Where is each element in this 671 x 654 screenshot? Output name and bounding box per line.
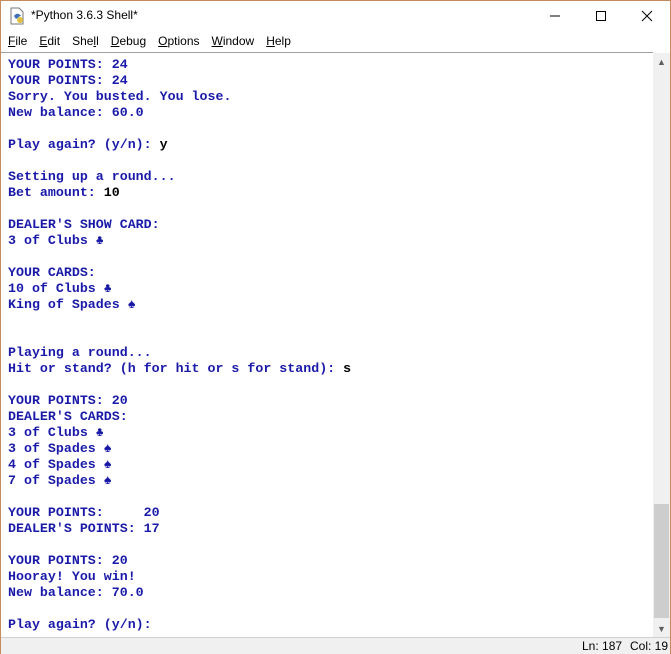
menu-label-part: l [96,34,99,48]
shell-output: King of Spades ♠ [8,297,136,312]
user-input: s [343,361,352,376]
vertical-scrollbar[interactable]: ▲ ▼ [653,53,670,637]
python-idle-icon [10,7,24,25]
user-input: 10 [103,185,120,200]
status-bar: Ln: 187 Col: 19 [1,637,670,654]
shell-output: 3 of Clubs ♣ [8,425,104,440]
shell-output: Play again? (y/n): [8,137,160,152]
minimize-button[interactable] [532,1,578,31]
shell-line: DEALER'S SHOW CARD: [1,217,651,233]
shell-output: Hit or stand? (h for hit or s for stand)… [8,361,344,376]
minimize-icon [550,15,560,17]
shell-output: YOUR POINTS: 20 [8,505,160,520]
line-number: Ln: 187 [582,639,623,653]
shell-line: New balance: 70.0 [1,585,651,601]
shell-line: YOUR CARDS: [1,265,651,281]
menu-shell[interactable]: Shell [65,32,104,52]
maximize-icon [596,11,606,21]
shell-output: DEALER'S CARDS: [8,409,128,424]
shell-output: 10 of Clubs ♣ [8,281,112,296]
shell-line: Hooray! You win! [1,569,651,585]
shell-line: 3 of Spades ♠ [1,441,651,457]
shell-output: 7 of Spades ♠ [8,473,112,488]
shell-line: YOUR POINTS: 20 [1,393,651,409]
menu-file[interactable]: File [1,32,32,52]
scroll-up-icon[interactable]: ▲ [653,53,670,70]
shell-line: New balance: 60.0 [1,105,651,121]
shell-line: Sorry. You busted. You lose. [1,89,651,105]
title-bar: *Python 3.6.3 Shell* [1,1,670,31]
shell-output: DEALER'S SHOW CARD: [8,217,160,232]
divider [1,52,653,53]
menu-help[interactable]: Help [259,32,296,52]
shell-output: 3 of Clubs ♣ [8,233,104,248]
menu-bar: File Edit Shell Debug Options Window Help [1,32,670,52]
shell-line: King of Spades ♠ [1,297,651,313]
shell-output: Play again? (y/n): [8,617,160,632]
menu-debug[interactable]: Debug [104,32,151,52]
shell-line: YOUR POINTS: 20 [1,553,651,569]
shell-line: Setting up a round... [1,169,651,185]
shell-line: YOUR POINTS: 20 [1,505,651,521]
menu-edit[interactable]: Edit [32,32,65,52]
shell-output: Hooray! You win! [8,569,136,584]
scrollbar-thumb[interactable] [654,504,669,618]
maximize-button[interactable] [578,1,624,31]
window-title: *Python 3.6.3 Shell* [31,8,138,22]
shell-line: YOUR POINTS: 24 [1,73,651,89]
user-input: y [159,137,168,152]
shell-line: 3 of Clubs ♣ [1,233,651,249]
shell-output: YOUR CARDS: [8,265,96,280]
shell-line: DEALER'S CARDS: [1,409,651,425]
shell-output: YOUR POINTS: 24 [8,57,128,72]
shell-line: Hit or stand? (h for hit or s for stand)… [1,361,651,377]
shell-output: Bet amount: [8,185,104,200]
shell-text-area[interactable]: YOUR POINTS: 24 YOUR POINTS: 24 Sorry. You… [1,57,651,637]
shell-line: Play again? (y/n): [1,617,651,633]
shell-output: Sorry. You busted. You lose. [8,89,232,104]
shell-output: 4 of Spades ♠ [8,457,112,472]
shell-line: Playing a round... [1,345,651,361]
shell-output: YOUR POINTS: 20 [8,553,128,568]
menu-options[interactable]: Options [151,32,204,52]
shell-output: New balance: 70.0 [8,585,144,600]
shell-output: Playing a round... [8,345,152,360]
shell-line: 7 of Spades ♠ [1,473,651,489]
shell-line: 10 of Clubs ♣ [1,281,651,297]
menu-window[interactable]: Window [205,32,260,52]
shell-output: New balance: 60.0 [8,105,144,120]
shell-output: 3 of Spades ♠ [8,441,112,456]
menu-label-part: She [72,34,94,48]
shell-line: 4 of Spades ♠ [1,457,651,473]
shell-line: Play again? (y/n): y [1,137,651,153]
idle-shell-window: *Python 3.6.3 Shell* File Edit Shell Debug O… [0,0,671,654]
shell-output: YOUR POINTS: 20 [8,393,128,408]
shell-line: DEALER'S POINTS: 17 [1,521,651,537]
close-button[interactable] [624,1,670,31]
shell-output: Setting up a round... [8,169,176,184]
shell-output: DEALER'S POINTS: 17 [8,521,160,536]
shell-line: YOUR POINTS: 24 [1,57,651,73]
column-number: Col: 19 [630,639,669,653]
shell-line: 3 of Clubs ♣ [1,425,651,441]
scroll-down-icon[interactable]: ▼ [653,620,670,637]
close-icon [641,10,653,22]
shell-output: YOUR POINTS: 24 [8,73,128,88]
shell-line: Bet amount: 10 [1,185,651,201]
